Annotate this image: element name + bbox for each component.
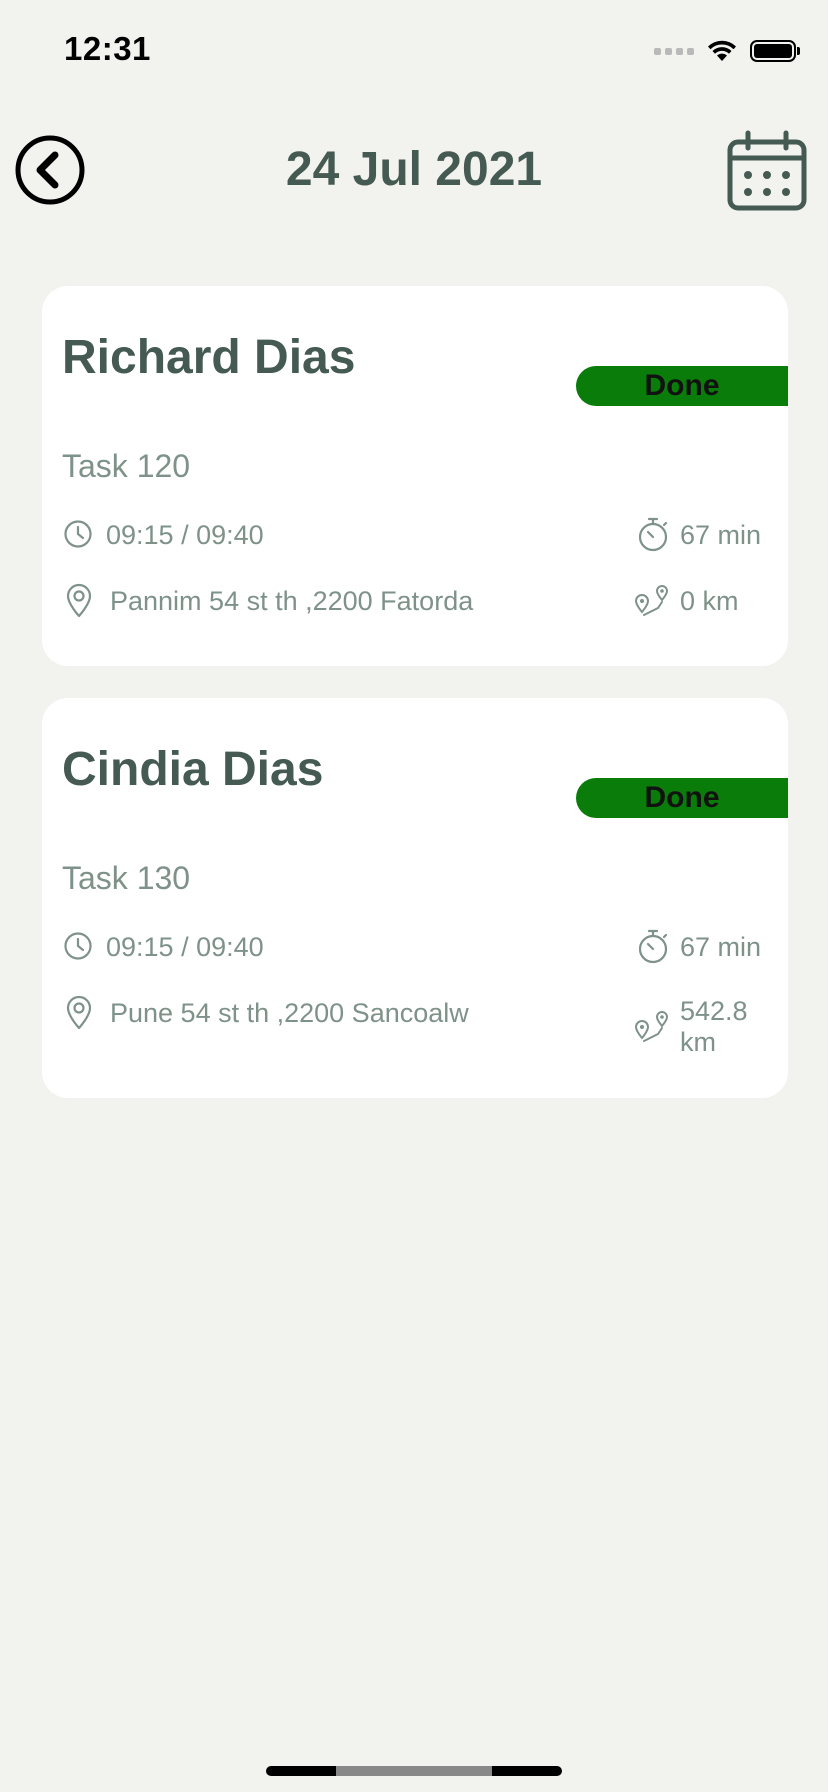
status-badge: Done — [576, 366, 788, 406]
map-pin-icon — [66, 583, 92, 618]
status-icons — [654, 36, 800, 66]
distance: 542.8 km — [680, 996, 748, 1057]
status-badge: Done — [576, 778, 788, 818]
clock-icon — [64, 932, 92, 960]
calendar-icon — [727, 130, 807, 211]
task-card[interactable]: Cindia Dias Done Task 130 09:15 / 09:40 … — [42, 698, 788, 1098]
page-title: 24 Jul 2021 — [285, 143, 543, 196]
home-indicator[interactable] — [266, 1766, 562, 1776]
duration: 67 min — [680, 520, 762, 550]
stopwatch-icon — [638, 517, 668, 552]
status-bar: 12:31 — [0, 0, 828, 100]
header: 24 Jul 2021 — [0, 120, 828, 220]
calendar-button[interactable] — [726, 130, 808, 212]
address: Pune 54 st th ,2200 Sancoalw — [110, 998, 469, 1028]
task-label: Task 130 — [62, 860, 191, 896]
route-icon — [634, 1011, 669, 1042]
stopwatch-icon — [638, 929, 668, 964]
duration: 67 min — [680, 932, 762, 962]
battery-icon — [750, 40, 800, 62]
task-label: Task 120 — [62, 448, 191, 484]
task-card[interactable]: Richard Dias Done Task 120 09:15 / 09:40… — [42, 286, 788, 666]
time-range: 09:15 / 09:40 — [106, 520, 264, 550]
distance: 0 km — [680, 586, 739, 616]
wifi-icon — [708, 40, 736, 61]
address: Pannim 54 st th ,2200 Fatorda — [110, 586, 474, 616]
route-icon — [634, 585, 669, 616]
client-name: Cindia Dias — [62, 743, 324, 796]
client-name: Richard Dias — [62, 331, 356, 384]
map-pin-icon — [66, 995, 92, 1030]
clock-icon — [64, 520, 92, 548]
cellular-signal-icon — [654, 47, 694, 55]
status-time: 12:31 — [64, 30, 151, 67]
time-range: 09:15 / 09:40 — [106, 932, 264, 962]
